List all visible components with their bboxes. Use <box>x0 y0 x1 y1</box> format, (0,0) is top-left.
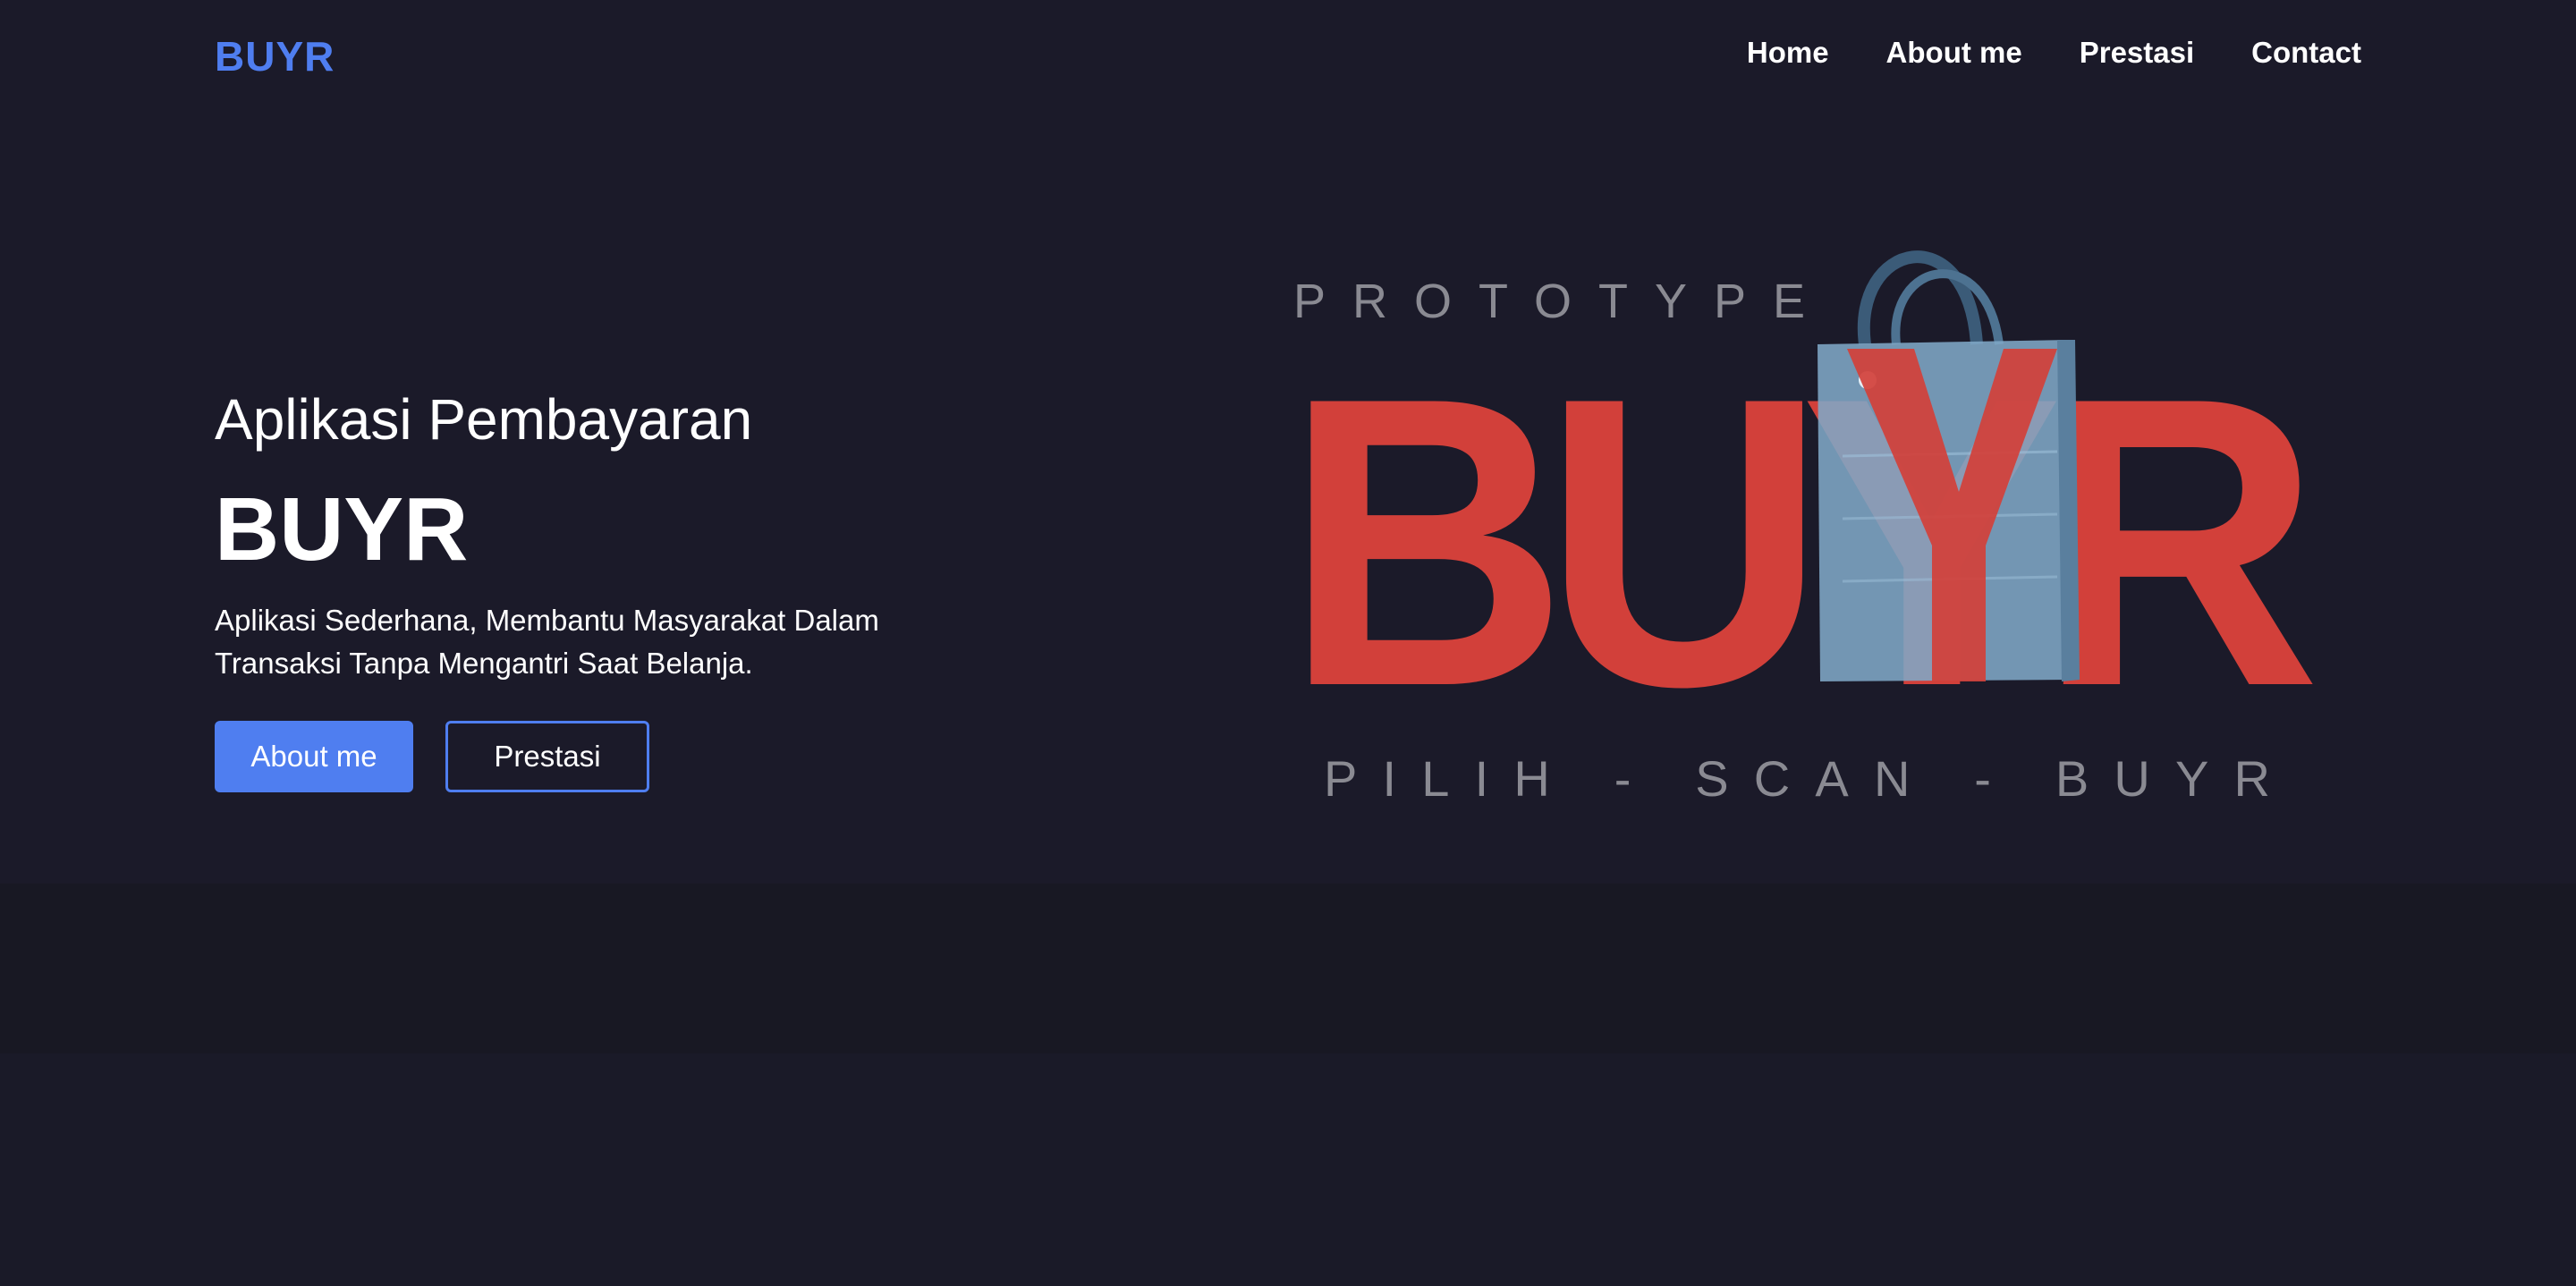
logo-tagline: PILIH - SCAN - BUYR <box>1324 750 2290 807</box>
page: BUYR Home About me Prestasi Contact Apli… <box>0 0 2576 1286</box>
svg-text:BUYR: BUYR <box>1284 313 2313 772</box>
nav-prestasi[interactable]: Prestasi <box>2080 36 2194 70</box>
nav-about-me[interactable]: About me <box>1886 36 2022 70</box>
prestasi-button[interactable]: Prestasi <box>445 721 649 792</box>
main-nav: Home About me Prestasi Contact <box>1747 36 2361 70</box>
nav-home[interactable]: Home <box>1747 36 1829 70</box>
hero-title: BUYR <box>215 479 469 580</box>
brand-logo-text[interactable]: BUYR <box>215 32 335 80</box>
section-divider-band <box>0 884 2576 1053</box>
logo-main-letters: BUYR <box>1284 313 2326 772</box>
next-section <box>0 1053 2576 1286</box>
buyr-logo-image: PROTOTYPE BUYR PILIH - SCAN - BUYR <box>1284 250 2326 807</box>
about-me-button[interactable]: About me <box>215 721 413 792</box>
nav-contact[interactable]: Contact <box>2251 36 2361 70</box>
hero-subtitle: Aplikasi Pembayaran <box>215 387 753 452</box>
hero-description: Aplikasi Sederhana, Membantu Masyarakat … <box>215 604 879 680</box>
